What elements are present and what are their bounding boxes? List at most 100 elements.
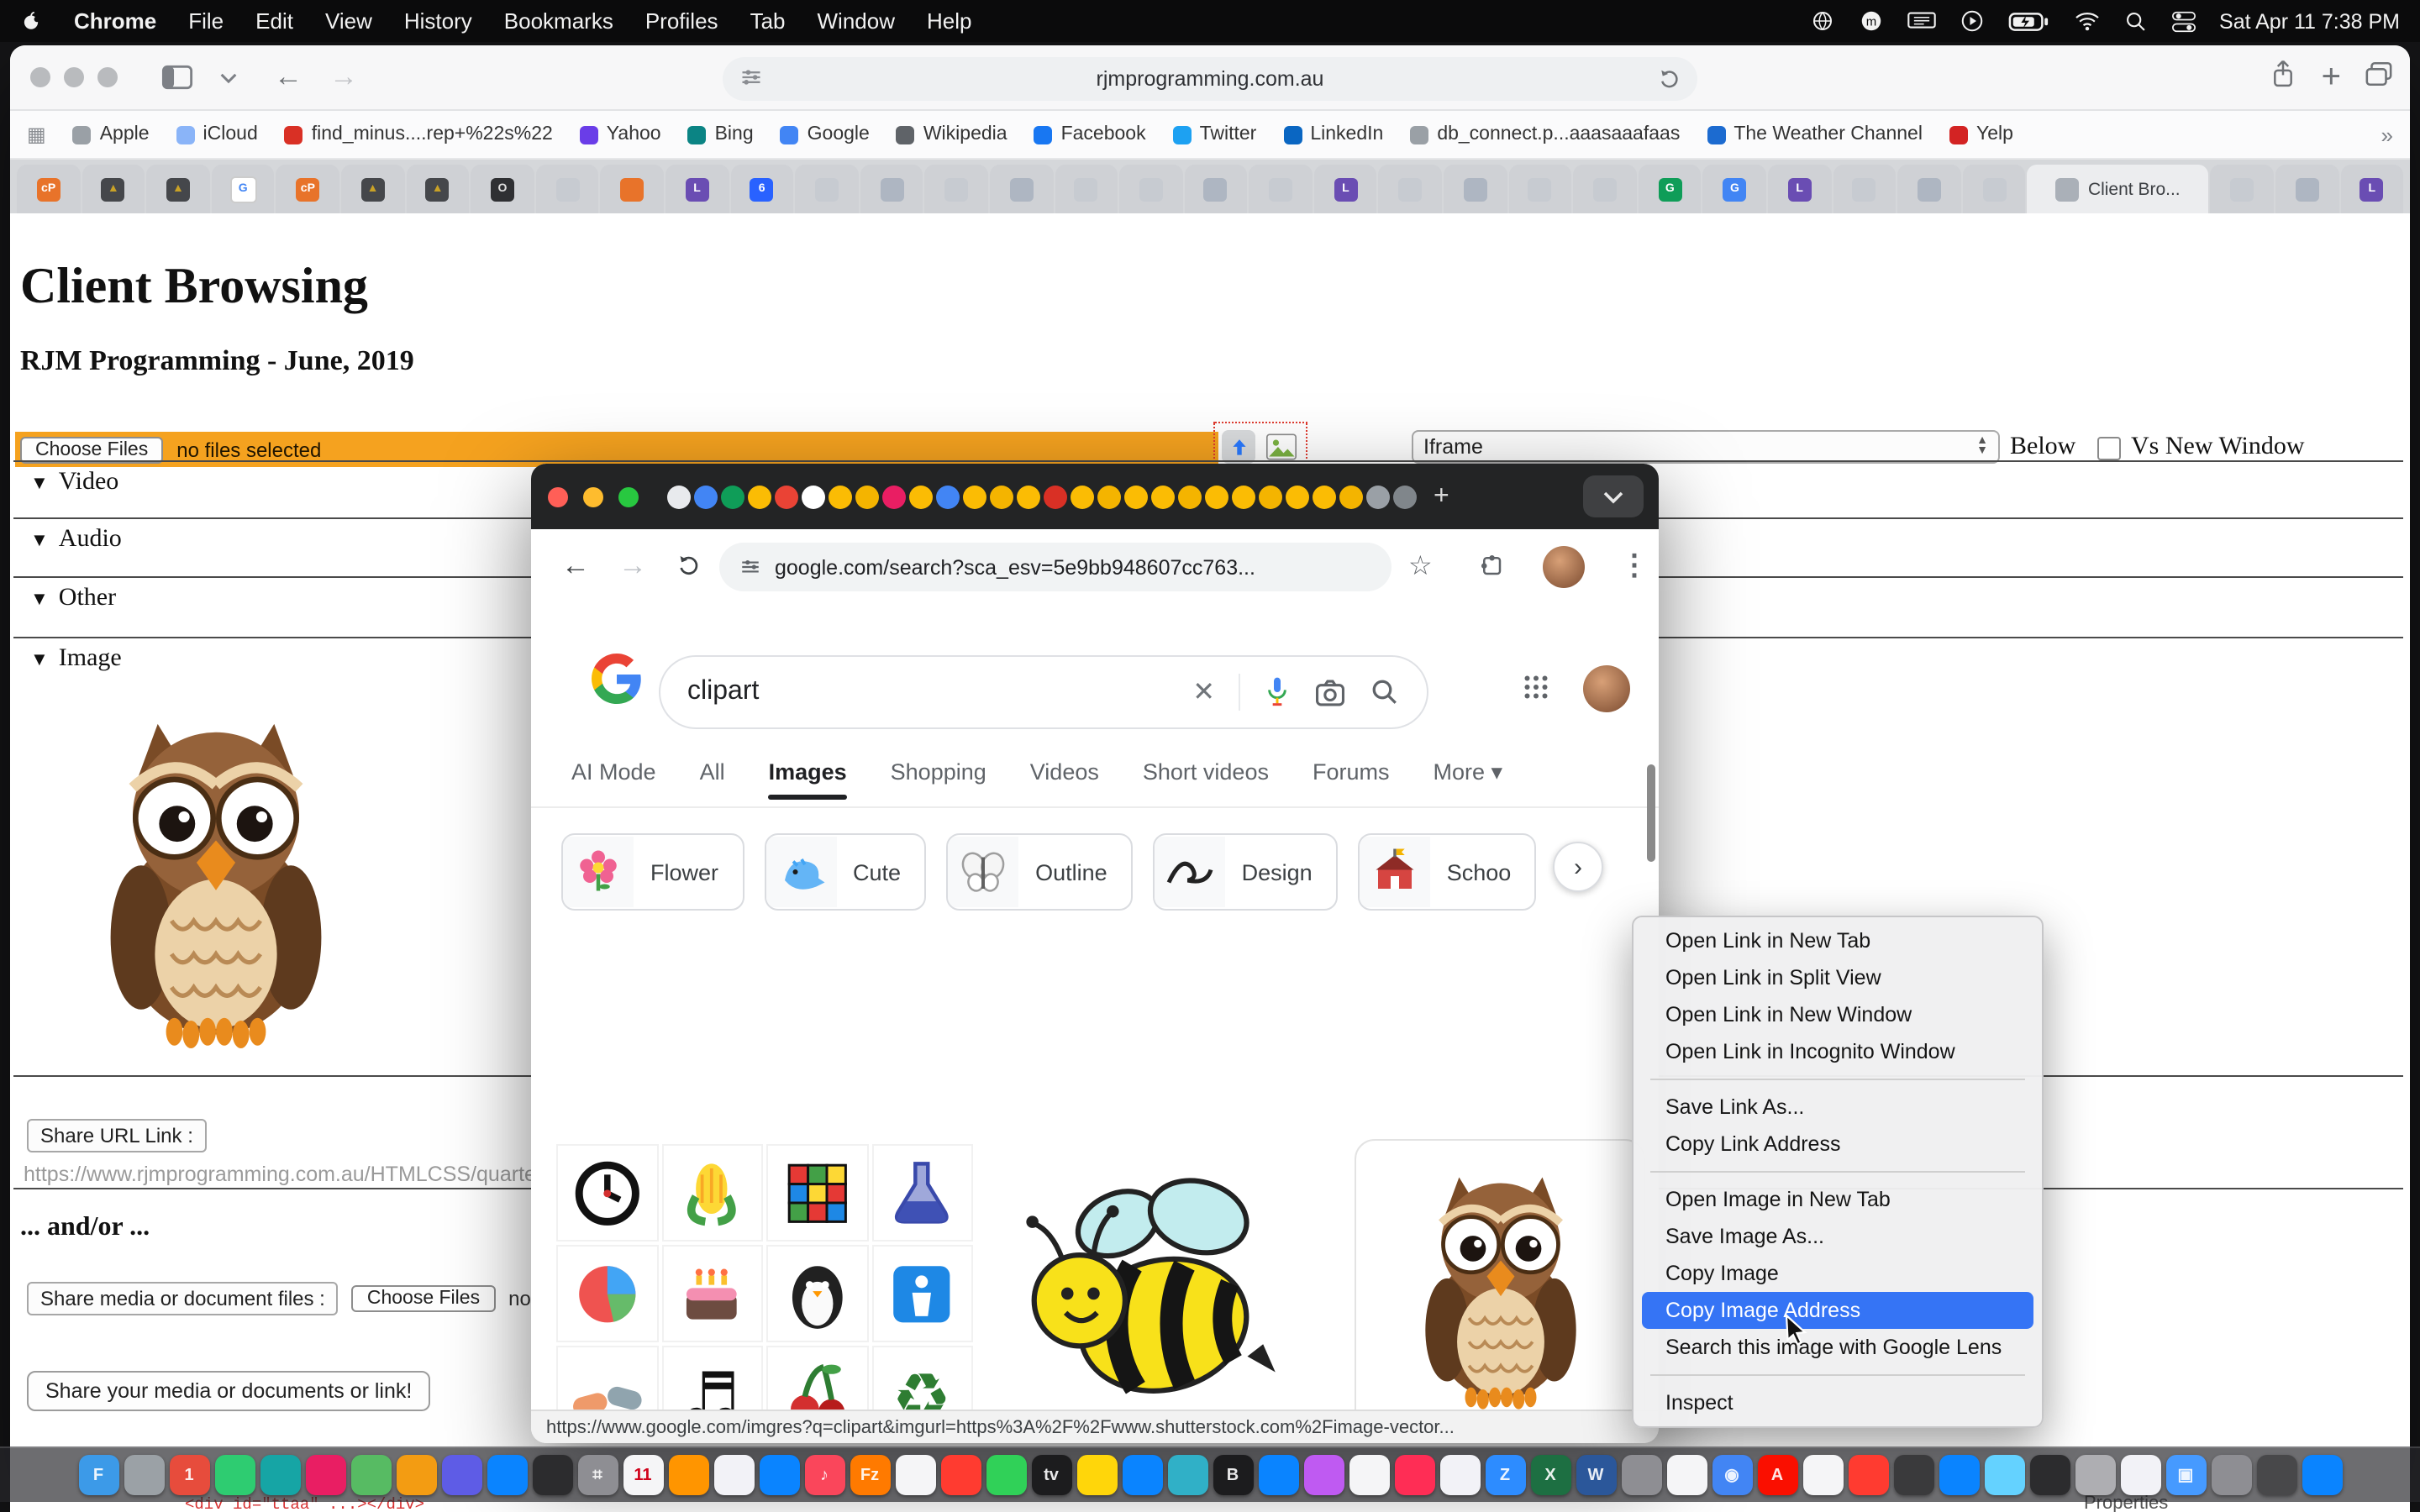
tab[interactable] [1897, 165, 1960, 213]
bookmark-item[interactable]: The Weather Channel [1707, 124, 1923, 144]
menubar-menu-file[interactable]: File [188, 8, 224, 34]
dock-app[interactable] [2120, 1455, 2160, 1495]
address-url[interactable]: rjmprogramming.com.au [1097, 67, 1324, 91]
results-tab-more[interactable]: More ▾ [1434, 759, 1503, 801]
minimize-button[interactable] [64, 67, 84, 87]
share-url-input[interactable]: https://www.rjmprogramming.com.au/HTMLCS… [24, 1163, 555, 1186]
filter-chip-flower[interactable]: Flower [561, 833, 744, 911]
tab[interactable] [795, 165, 858, 213]
popup-back-button[interactable]: ← [561, 549, 590, 583]
dock-app[interactable] [1893, 1455, 1933, 1495]
display-icon[interactable] [1907, 9, 1935, 33]
dock-app[interactable]: 11 [623, 1455, 663, 1495]
tab[interactable]: L [1768, 165, 1831, 213]
google-apps-icon[interactable] [1521, 672, 1551, 711]
bookmark-item[interactable]: Google [781, 124, 870, 144]
tab[interactable]: ▲ [406, 165, 469, 213]
tab[interactable]: O [471, 165, 534, 213]
tab[interactable] [1055, 165, 1118, 213]
dock-app[interactable]: A [1757, 1455, 1797, 1495]
section-video[interactable]: ▼Video [30, 469, 118, 497]
close-button[interactable] [30, 67, 50, 87]
tab-overview-icon[interactable] [2365, 60, 2393, 96]
results-tab-shopping[interactable]: Shopping [891, 759, 986, 800]
sidebar-chevron-icon[interactable] [220, 71, 237, 83]
tab[interactable]: ▲ [82, 165, 145, 213]
popup-tab-favicon[interactable] [882, 485, 906, 508]
dock-app[interactable]: ⌗ [577, 1455, 618, 1495]
tab[interactable] [1249, 165, 1313, 213]
popup-tab-favicon[interactable] [1205, 485, 1228, 508]
menu-item-open-link-in-new-tab[interactable]: Open Link in New Tab [1642, 922, 2033, 959]
menu-item-open-link-in-incognito-window[interactable]: Open Link in Incognito Window [1642, 1033, 2033, 1070]
dock-app[interactable] [713, 1455, 754, 1495]
dock-app[interactable] [2211, 1455, 2251, 1495]
menubar-clock[interactable]: Sat Apr 11 7:38 PM [2219, 9, 2400, 33]
address-bar[interactable]: rjmprogramming.com.au [723, 57, 1697, 101]
tab[interactable]: L [666, 165, 729, 213]
tab[interactable]: ▲ [341, 165, 404, 213]
section-other[interactable]: ▼Other [30, 585, 116, 613]
dock-app[interactable] [1439, 1455, 1480, 1495]
collage-grid[interactable]: ♬♻ [556, 1144, 973, 1410]
dock-app[interactable] [396, 1455, 436, 1495]
site-settings-icon[interactable] [739, 66, 763, 94]
spotlight-search-icon[interactable] [2123, 9, 2147, 33]
bookmark-item[interactable]: LinkedIn [1283, 124, 1383, 144]
tab[interactable]: ▲ [146, 165, 209, 213]
menubar-menu-window[interactable]: Window [818, 8, 896, 34]
results-tab-short-videos[interactable]: Short videos [1143, 759, 1269, 800]
popup-tab-favicon[interactable] [748, 485, 771, 508]
wifi-icon[interactable] [2073, 10, 2100, 32]
dock-app[interactable] [895, 1455, 935, 1495]
bookmark-item[interactable]: Apple [73, 124, 150, 144]
dock-app[interactable]: tv [1031, 1455, 1071, 1495]
search-query[interactable]: clipart [687, 677, 1192, 707]
tab[interactable]: L [1314, 165, 1377, 213]
filter-chip-school[interactable]: Schoo [1358, 833, 1537, 911]
dock-app[interactable] [1076, 1455, 1117, 1495]
dock-app[interactable] [940, 1455, 981, 1495]
dock-app[interactable] [305, 1455, 345, 1495]
popup-scrollbar[interactable] [1647, 764, 1655, 862]
apps-grid-icon[interactable]: ▦ [27, 123, 46, 146]
popup-tab-favicon[interactable] [1393, 485, 1417, 508]
dock-app[interactable] [214, 1455, 255, 1495]
results-tab-videos[interactable]: Videos [1030, 759, 1099, 800]
popup-tab-favicon[interactable] [802, 485, 825, 508]
popup-tab-favicon[interactable] [990, 485, 1013, 508]
popup-tab-favicon[interactable] [1124, 485, 1148, 508]
site-info-icon[interactable] [739, 556, 761, 578]
tab[interactable] [601, 165, 664, 213]
apple-menu-icon[interactable] [20, 8, 42, 34]
menubar-menu-edit[interactable]: Edit [255, 8, 293, 34]
tab[interactable] [860, 165, 923, 213]
bookmark-star-icon[interactable]: ☆ [1408, 549, 1433, 583]
share-icon[interactable] [2270, 59, 2298, 97]
dock-app[interactable] [1122, 1455, 1162, 1495]
tab[interactable] [1379, 165, 1442, 213]
popup-tab-favicon[interactable] [1232, 485, 1255, 508]
filter-chip-swirl[interactable]: Design [1153, 833, 1338, 911]
popup-reload-button[interactable] [676, 551, 702, 586]
popup-tab-favicon[interactable] [694, 485, 718, 508]
image-icon[interactable] [1262, 430, 1299, 464]
tab[interactable]: cP [276, 165, 339, 213]
google-lens-icon[interactable] [1314, 678, 1346, 706]
dock-app[interactable] [1394, 1455, 1434, 1495]
dock-app[interactable] [1621, 1455, 1661, 1495]
share-media-choose-button[interactable]: Choose Files [352, 1285, 495, 1312]
section-audio[interactable]: ▼Audio [30, 526, 122, 554]
target-mode-select[interactable]: Iframe ▲▼ [1412, 430, 2000, 464]
dock-app[interactable]: B [1213, 1455, 1253, 1495]
dock-app[interactable] [668, 1455, 708, 1495]
tab[interactable] [1184, 165, 1247, 213]
tab[interactable] [990, 165, 1053, 213]
dock-app[interactable] [1984, 1455, 2024, 1495]
dock-app[interactable]: X [1530, 1455, 1570, 1495]
tab[interactable] [2211, 165, 2274, 213]
dock-app[interactable] [260, 1455, 300, 1495]
menubar-menu-history[interactable]: History [404, 8, 472, 34]
owl-result-card[interactable] [1355, 1139, 1645, 1410]
dock-app[interactable]: ▣ [2165, 1455, 2206, 1495]
